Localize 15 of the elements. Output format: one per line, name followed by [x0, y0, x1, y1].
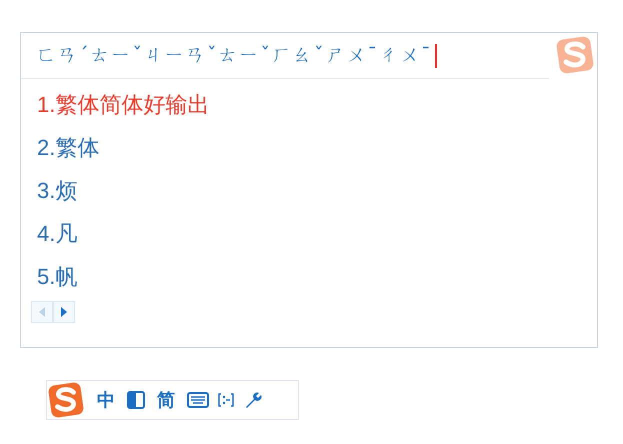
toolbar-toggle[interactable]: 中 — [93, 391, 119, 409]
candidate-item[interactable]: 2.繁体 — [37, 132, 597, 164]
candidate-item[interactable]: 5.帆 — [37, 261, 597, 293]
composition-text: ㄈㄢˊㄊㄧˇㄐㄧㄢˇㄊㄧˇㄏㄠˇㄕㄨˉㄔㄨˉ — [37, 43, 432, 68]
punctuation-icon[interactable] — [217, 392, 235, 408]
keyboard-icon[interactable] — [187, 392, 209, 408]
next-page-button[interactable] — [53, 301, 75, 323]
candidate-item[interactable]: 1.繁体简体好输出 — [37, 89, 597, 121]
right-triangle-icon — [60, 307, 68, 317]
candidate-item[interactable]: 3.烦 — [37, 175, 597, 207]
text-cursor — [434, 44, 436, 68]
half-width-icon[interactable] — [127, 391, 145, 409]
left-triangle-icon — [38, 307, 46, 317]
candidate-item[interactable]: 4.凡 — [37, 218, 597, 250]
toolbar-toggle[interactable]: 简 — [153, 391, 179, 409]
